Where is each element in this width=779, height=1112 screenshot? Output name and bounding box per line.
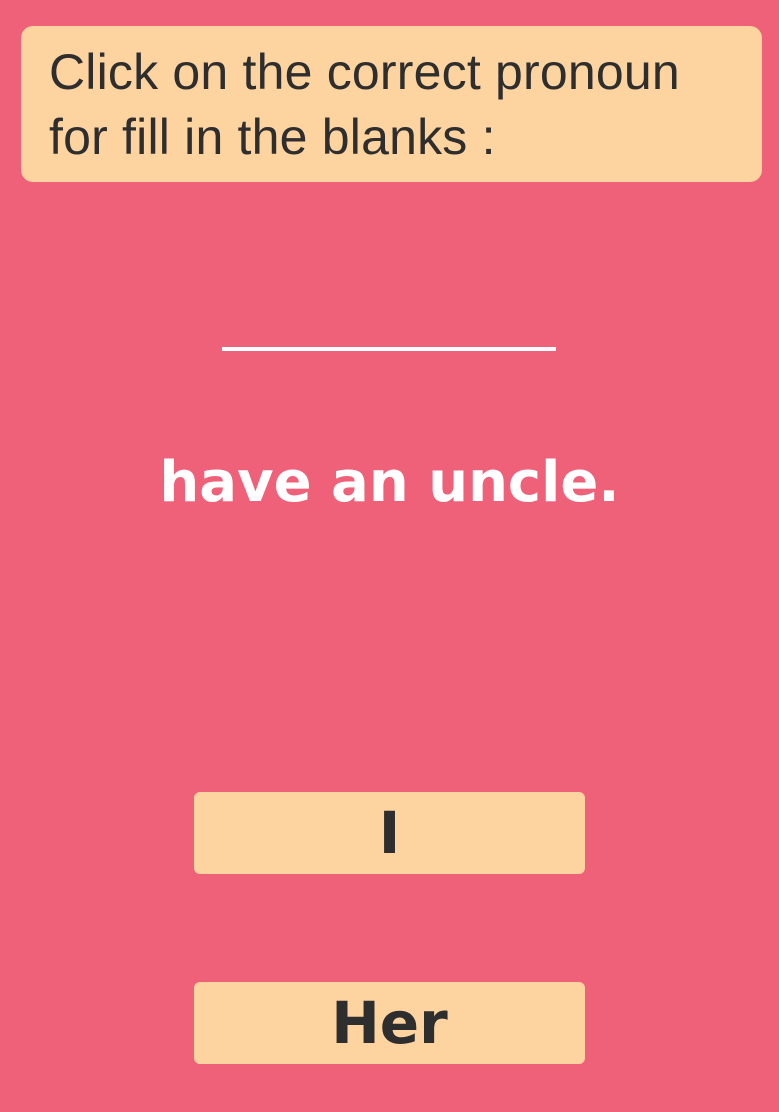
option-label: Her (331, 989, 448, 1057)
instruction-text: Click on the correct pronoun for fill in… (49, 44, 680, 165)
answer-blank-line (222, 347, 556, 351)
option-button-her[interactable]: Her (194, 982, 585, 1064)
question-sentence: have an uncle. (159, 450, 620, 515)
option-label: I (378, 799, 401, 867)
instruction-panel: Click on the correct pronoun for fill in… (21, 26, 762, 182)
option-button-i[interactable]: I (194, 792, 585, 874)
